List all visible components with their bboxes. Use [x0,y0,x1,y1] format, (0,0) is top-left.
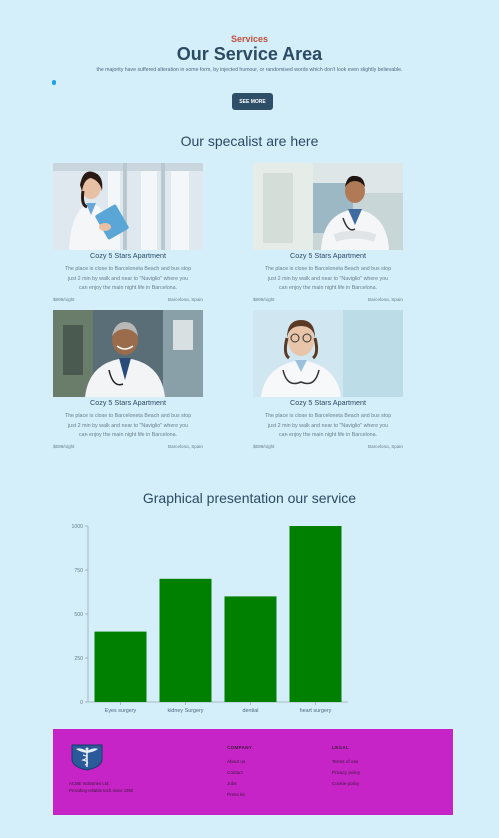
footer-company-heading: COMPANY [227,745,253,750]
footer: ACME Industries Ltd. Providing reliable … [53,729,453,815]
x-tick-label: dential [243,708,259,714]
y-tick-label: 0 [80,700,83,706]
footer-company-info: ACME Industries Ltd. Providing reliable … [69,781,134,793]
section-label: Services [230,34,269,44]
specialist-card[interactable]: Cozy 5 Stars Apartment The place is clos… [53,310,213,449]
card-title[interactable]: Cozy 5 Stars Apartment [53,251,203,260]
see-more-button[interactable]: SEE MORE [232,93,273,110]
card-description: The place is close to Barceloneta Beach … [64,266,192,291]
y-tick-label: 250 [74,656,83,662]
footer-link-privacy[interactable]: Privacy policy [332,770,360,775]
footer-link-terms[interactable]: Terms of use [332,759,358,764]
x-tick-label: kidney Surgery [168,708,204,714]
doctor-photo [53,310,203,397]
card-price: $699/night [53,297,75,302]
caduceus-logo-icon [70,743,104,776]
card-description: The place is close to Barceloneta Beach … [264,413,392,438]
footer-link-contact[interactable]: Contact [227,770,243,775]
card-title[interactable]: Cozy 5 Stars Apartment [253,251,403,260]
chart-bar [224,596,277,702]
card-description: The place is close to Barceloneta Beach … [264,266,392,291]
footer-legal-heading: LEGAL [332,745,350,750]
page-subtitle: the majority have suffered alteration in… [96,67,403,73]
card-location: Barcelona, Spain [368,444,403,449]
y-tick-label: 1000 [71,524,83,530]
service-bar-chart: 0 250 500 750 1000 Eyes surgery kidney Surgery… [71,524,348,714]
indicator-dot [52,80,56,85]
y-tick-label: 500 [74,612,83,618]
graph-heading: Graphical presentation our service [142,490,357,506]
card-location: Barcelona, Spain [168,444,203,449]
doctor-photo [253,310,403,397]
footer-link-cookie[interactable]: Cookie policy [332,781,359,786]
specialist-card[interactable]: Cozy 5 Stars Apartment The place is clos… [253,310,413,449]
card-price: $699/night [253,297,275,302]
card-location: Barcelona, Spain [168,297,203,302]
doctor-photo [253,163,403,250]
card-title[interactable]: Cozy 5 Stars Apartment [53,398,203,407]
card-price: $699/night [53,444,75,449]
chart-bar [289,526,342,702]
y-tick-label: 750 [74,568,83,574]
card-location: Barcelona, Spain [368,297,403,302]
specialists-heading: Our specalist are here [180,133,319,149]
card-title[interactable]: Cozy 5 Stars Apartment [253,398,403,407]
chart-bar [159,578,212,702]
card-description: The place is close to Barceloneta Beach … [64,413,192,438]
specialist-card[interactable]: Cozy 5 Stars Apartment The place is clos… [53,163,213,302]
footer-link-about[interactable]: About us [227,759,245,764]
page-title: Our Service Area [176,44,323,64]
specialist-card[interactable]: Cozy 5 Stars Apartment The place is clos… [253,163,413,302]
chart-bar [94,631,147,702]
doctor-photo [53,163,203,250]
x-tick-label: Eyes surgery [105,708,137,714]
footer-link-jobs[interactable]: Jobs [227,781,237,786]
x-tick-label: heart surgery [300,708,332,714]
card-price: $699/night [253,444,275,449]
footer-link-press-kit[interactable]: Press kit [227,792,245,797]
